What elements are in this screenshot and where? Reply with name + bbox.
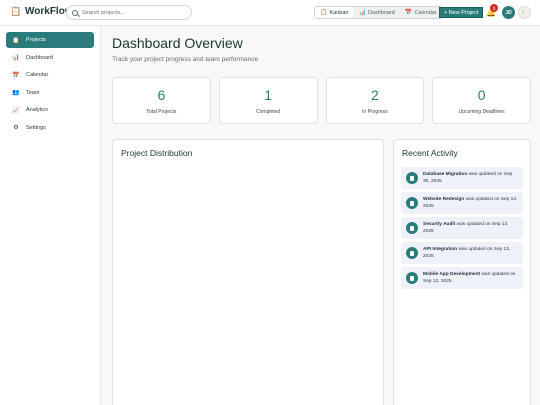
stat-card-completed: 1 Completed <box>218 77 318 124</box>
panel-title: Project Distribution <box>121 148 193 158</box>
page-title: Dashboard Overview <box>112 35 243 51</box>
sidebar: 📋 Projects 📊 Dashboard 📅 Calendar 👥 Team… <box>0 26 101 405</box>
activity-list: Database Migration was updated on Sep 30… <box>401 167 523 292</box>
stat-label: In Progress <box>362 108 388 115</box>
clipboard-icon: 📋 <box>12 37 20 44</box>
project-distribution-panel: Project Distribution <box>112 139 384 405</box>
sidebar-item-label: Settings <box>26 124 46 131</box>
stat-label: Upcoming Deadlines <box>458 108 505 115</box>
stat-value: 0 <box>477 86 486 103</box>
gear-icon: ⚙ <box>13 125 19 131</box>
sidebar-item-label: Calendar <box>26 72 49 78</box>
recent-activity-panel: Recent Activity Database Migration was u… <box>393 139 531 405</box>
stat-label: Completed <box>256 108 281 115</box>
sidebar-item-dashboard[interactable]: 📊 Dashboard <box>6 50 94 66</box>
stat-value: 6 <box>157 86 166 103</box>
document-icon <box>406 172 418 184</box>
document-icon <box>406 272 418 284</box>
stat-value: 2 <box>370 86 379 103</box>
activity-text: API Integration was updated on Sep 13, 2… <box>423 246 518 261</box>
sidebar-item-analytics[interactable]: 📈 Analytics <box>6 102 94 118</box>
stat-card-total: 6 Total Projects <box>112 77 211 124</box>
stat-label: Total Projects <box>146 108 177 115</box>
sidebar-item-calendar[interactable]: 📅 Calendar <box>6 67 94 83</box>
sidebar-item-label: Analytics <box>26 107 49 113</box>
calendar-icon: 📅 <box>404 10 413 16</box>
stat-card-in-progress: 2 In Progress <box>325 77 425 124</box>
notification-badge: 3 <box>490 4 498 12</box>
clipboard-icon: 📋 <box>320 10 328 16</box>
view-dashboard-button[interactable]: 📊 Dashboard <box>353 7 399 18</box>
activity-text: Mobile App Development was updated on Se… <box>423 271 518 286</box>
top-bar: 📋 WorkFlow 📋 Kanban 📊 Dashboard 📅 Calend… <box>0 0 540 26</box>
new-project-button[interactable]: + New Project <box>439 7 484 18</box>
bar-chart-icon: 📊 <box>358 10 366 16</box>
search-input[interactable] <box>82 9 187 16</box>
bar-chart-icon: 📊 <box>12 55 20 61</box>
trend-icon: 📈 <box>12 107 20 114</box>
activity-project: Mobile App Development <box>423 271 481 277</box>
clipboard-icon: 📋 <box>10 6 22 16</box>
sidebar-item-projects[interactable]: 📋 Projects <box>6 32 94 48</box>
document-icon <box>406 247 418 259</box>
sidebar-item-label: Projects <box>26 37 46 43</box>
activity-project: Database Migration <box>423 171 468 177</box>
activity-project: Security Audit <box>423 221 456 227</box>
activity-project: Website Redesign <box>423 196 465 202</box>
document-icon <box>406 197 418 209</box>
view-kanban-button[interactable]: 📋 Kanban <box>315 7 354 18</box>
brand[interactable]: 📋 WorkFlow <box>10 6 73 17</box>
activity-text: Database Migration was updated on Sep 30… <box>423 171 518 186</box>
sidebar-item-settings[interactable]: ⚙ Settings <box>6 120 94 136</box>
view-switcher: 📋 Kanban 📊 Dashboard 📅 Calendar <box>314 6 443 19</box>
stat-value: 1 <box>264 86 273 103</box>
view-kanban-label: Kanban <box>329 9 349 16</box>
activity-text: Security Audit was updated on Sep 13, 20… <box>423 221 518 236</box>
view-dashboard-label: Dashboard <box>367 9 395 16</box>
search-icon <box>72 9 78 16</box>
stats-row: 6 Total Projects 1 Completed 2 In Progre… <box>112 77 531 124</box>
document-icon <box>406 222 418 234</box>
activity-project: API Integration <box>423 246 458 252</box>
calendar-icon: 📅 <box>12 72 20 79</box>
main-content: Dashboard Overview Track your project pr… <box>102 26 540 405</box>
activity-text: Website Redesign was updated on Sep 13, … <box>423 196 518 211</box>
page-subtitle: Track your project progress and team per… <box>112 56 259 63</box>
activity-item[interactable]: API Integration was updated on Sep 13, 2… <box>401 242 523 264</box>
sidebar-item-label: Dashboard <box>26 54 53 61</box>
theme-toggle-button[interactable]: ☾ <box>518 6 531 19</box>
view-calendar-button[interactable]: 📅 Calendar <box>400 7 442 18</box>
activity-item[interactable]: Database Migration was updated on Sep 30… <box>401 167 523 189</box>
activity-item[interactable]: Website Redesign was updated on Sep 13, … <box>401 192 523 214</box>
sidebar-item-team[interactable]: 👥 Team <box>6 85 94 101</box>
stat-card-deadlines: 0 Upcoming Deadlines <box>432 77 531 124</box>
team-icon: 👥 <box>12 90 20 96</box>
activity-item[interactable]: Security Audit was updated on Sep 13, 20… <box>401 217 523 239</box>
search-box[interactable] <box>66 5 192 20</box>
avatar[interactable]: JD <box>502 6 515 19</box>
activity-item[interactable]: Mobile App Development was updated on Se… <box>401 267 523 289</box>
sidebar-item-label: Team <box>26 89 40 96</box>
view-calendar-label: Calendar <box>414 9 437 16</box>
moon-icon: ☾ <box>521 10 528 16</box>
panel-title: Recent Activity <box>402 148 458 158</box>
